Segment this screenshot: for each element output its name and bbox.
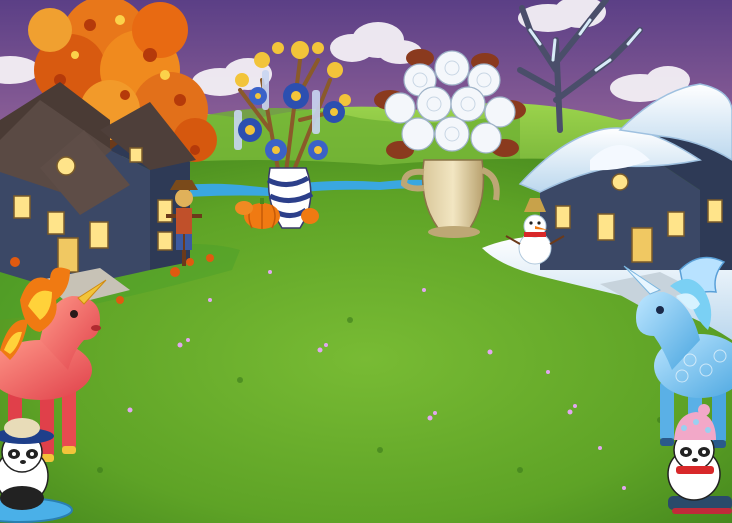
blue-flower-icon [323,101,345,123]
blue-flower-icon [265,139,287,161]
farm-view [0,0,732,523]
game-scene [0,0,732,523]
blue-flower-icon [283,83,309,109]
blue-flower-icon [238,118,262,142]
pumpkin-icon[interactable] [301,208,319,224]
blue-flower-icon [249,87,267,105]
blue-flower-icon [308,140,328,160]
pumpkin-icon[interactable] [235,201,253,215]
